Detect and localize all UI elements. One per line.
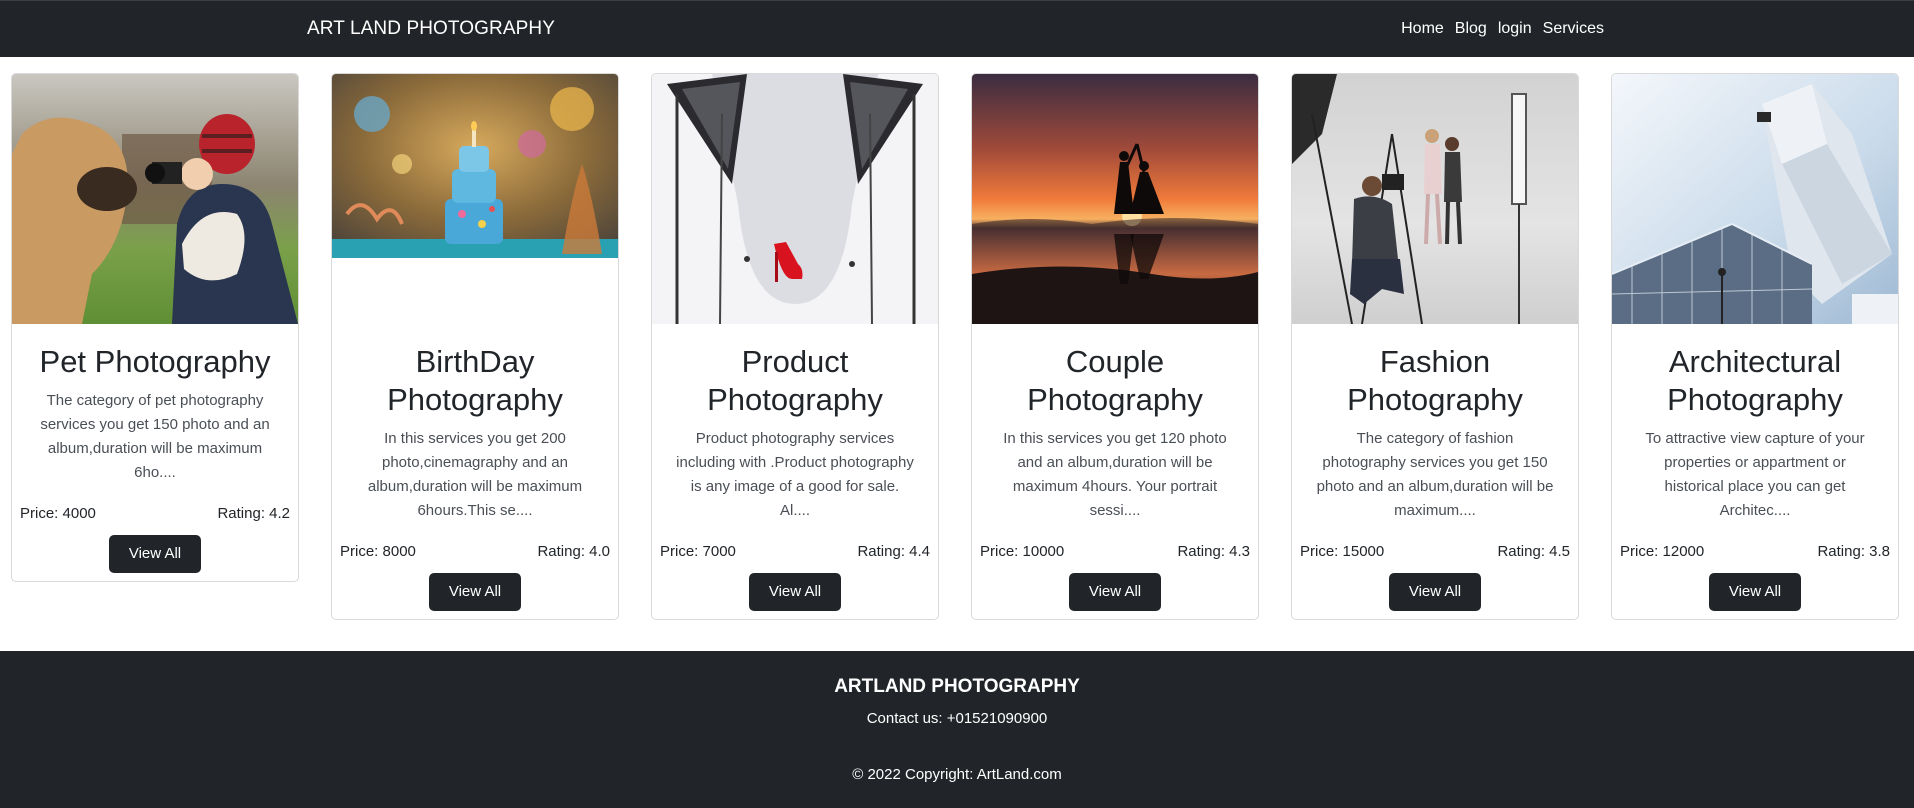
card-description: Product photography services including w…	[676, 430, 914, 519]
card-rating: Rating: 4.0	[537, 543, 610, 560]
card-meta: Price: 10000 Rating: 4.3	[972, 541, 1258, 563]
nav-link-services[interactable]: Services	[1543, 20, 1604, 38]
card-description: The category of fashion photography serv…	[1316, 430, 1554, 519]
card-meta: Price: 7000 Rating: 4.4	[652, 541, 938, 563]
card-price: Price: 10000	[980, 543, 1065, 560]
view-all-button[interactable]: View All	[1709, 573, 1801, 611]
card-image	[652, 74, 938, 324]
card-price: Price: 15000	[1300, 543, 1385, 560]
card-price: Price: 8000	[340, 543, 416, 560]
card-rating: Rating: 4.2	[217, 505, 290, 522]
footer-title: ARTLAND PHOTOGRAPHY	[834, 676, 1080, 697]
footer-copyright: © 2022 Copyright: ArtLand.com	[852, 766, 1062, 783]
card-description: The category of pet photography services…	[40, 392, 270, 481]
card-image	[12, 74, 298, 324]
card-price: Price: 4000	[20, 505, 96, 522]
card-title: Product Photography	[707, 344, 883, 417]
service-card-birthday: BirthDay Photography In this services yo…	[331, 73, 619, 620]
card-description: In this services you get 120 photo and a…	[1003, 430, 1227, 519]
card-meta: Price: 15000 Rating: 4.5	[1292, 541, 1578, 563]
card-rating: Rating: 4.5	[1497, 543, 1570, 560]
service-card-pet: Pet Photography The category of pet phot…	[11, 73, 299, 582]
card-title: BirthDay Photography	[387, 344, 563, 417]
card-meta: Price: 8000 Rating: 4.0	[332, 541, 618, 563]
card-image	[1612, 74, 1898, 324]
card-title: Architectural Photography	[1667, 344, 1843, 417]
card-rating: Rating: 3.8	[1817, 543, 1890, 560]
card-description: To attractive view capture of your prope…	[1645, 430, 1865, 519]
footer-contact: Contact us: +01521090900	[866, 710, 1048, 727]
service-card-architectural: Architectural Photography To attractive …	[1611, 73, 1899, 620]
service-card-product: Product Photography Product photography …	[651, 73, 939, 620]
view-all-button[interactable]: View All	[1389, 573, 1481, 611]
card-image	[332, 74, 618, 258]
nav-link-blog[interactable]: Blog	[1455, 20, 1487, 38]
view-all-button[interactable]: View All	[1069, 573, 1161, 611]
nav-links: Home Blog login Services	[1401, 20, 1604, 38]
card-price: Price: 12000	[1620, 543, 1705, 560]
card-description: In this services you get 200 photo,cinem…	[367, 430, 583, 519]
card-image	[1292, 74, 1578, 324]
card-image	[972, 74, 1258, 324]
footer: ARTLAND PHOTOGRAPHY Contact us: +0152109…	[0, 651, 1914, 808]
card-meta: Price: 12000 Rating: 3.8	[1612, 541, 1898, 563]
card-meta: Price: 4000 Rating: 4.2	[12, 503, 298, 525]
nav-link-home[interactable]: Home	[1401, 20, 1444, 38]
card-rating: Rating: 4.4	[857, 543, 930, 560]
brand-title[interactable]: ART LAND PHOTOGRAPHY	[307, 18, 555, 40]
view-all-button[interactable]: View All	[429, 573, 521, 611]
service-card-couple: Couple Photography In this services you …	[971, 73, 1259, 620]
service-card-fashion: Fashion Photography The category of fash…	[1291, 73, 1579, 620]
card-title: Pet Photography	[39, 344, 271, 379]
nav-link-login[interactable]: login	[1498, 20, 1532, 38]
card-rating: Rating: 4.3	[1177, 543, 1250, 560]
card-price: Price: 7000	[660, 543, 736, 560]
view-all-button[interactable]: View All	[749, 573, 841, 611]
navbar: ART LAND PHOTOGRAPHY Home Blog login Ser…	[0, 0, 1914, 57]
card-title: Couple Photography	[1027, 344, 1203, 417]
view-all-button[interactable]: View All	[109, 535, 201, 573]
card-title: Fashion Photography	[1347, 344, 1523, 417]
